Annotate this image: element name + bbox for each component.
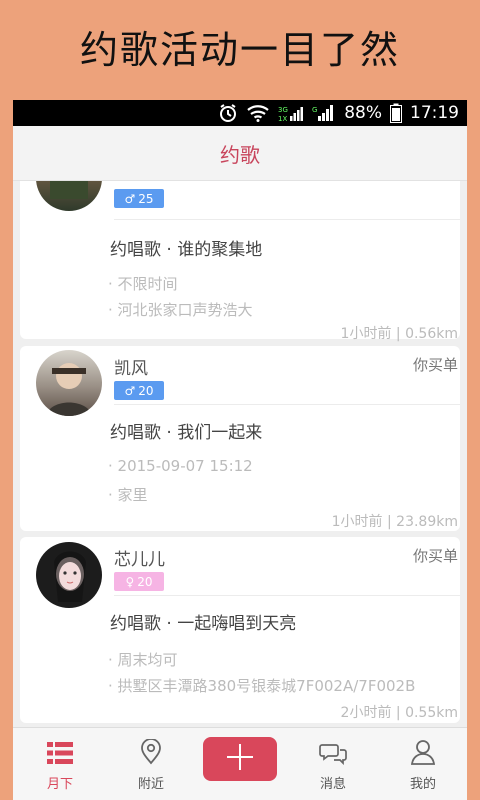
alarm-icon (218, 103, 238, 123)
activity-title: 约唱歌 · 我们一起来 (110, 423, 263, 443)
activity-card[interactable]: 凯风 你买单 ♂ 20 约唱歌 · 我们一起来 · 2015-09-07 15:… (20, 346, 460, 531)
svg-text:3G: 3G (278, 106, 288, 114)
location-pin-icon (140, 738, 162, 769)
person-icon (410, 739, 436, 769)
payment-tag: 你买单 (412, 356, 458, 374)
svg-text:G: G (312, 106, 317, 114)
activity-place: · 河北张家口声势浩大 (108, 301, 253, 319)
gender-age-badge: ♂ 20 (114, 381, 164, 400)
list-icon (46, 741, 74, 769)
activity-card[interactable]: 芯儿儿 你买单 ♀ 20 约唱歌 · 一起嗨唱到天亮 · 周末均可 · 拱墅区丰… (20, 537, 460, 723)
activity-footer: 1小时前 | 0.56km (340, 326, 458, 342)
tab-label: 附近 (137, 777, 164, 792)
signal-3g-icon: 3G 1X (278, 104, 304, 122)
activity-footer: 2小时前 | 0.55km (340, 705, 458, 721)
avatar[interactable] (36, 181, 102, 211)
tab-me[interactable]: 我的 (383, 728, 463, 800)
divider (114, 404, 460, 405)
svg-text:1X: 1X (278, 115, 287, 122)
activity-title: 约唱歌 · 一起嗨唱到天亮 (110, 614, 297, 634)
avatar[interactable] (36, 542, 102, 608)
user-name: 芯儿儿 (114, 550, 165, 570)
activity-time: · 周末均可 (108, 651, 178, 669)
signal-g-icon: G (312, 104, 336, 122)
age-label: 25 (138, 191, 154, 206)
activity-feed[interactable]: ♂ 25 约唱歌 · 谁的聚集地 · 不限时间 · 河北张家口声势浩大 1小时前… (13, 181, 467, 726)
divider (114, 219, 460, 220)
tab-yuexia[interactable]: 月下 (20, 728, 100, 800)
page-title: 约歌 (220, 142, 260, 167)
activity-footer: 1小时前 | 23.89km (331, 514, 458, 530)
user-name: 凯风 (114, 359, 148, 379)
activity-place: · 家里 (108, 486, 148, 504)
nav-bar: 约歌 (13, 126, 467, 181)
chat-bubbles-icon (319, 741, 347, 769)
tab-label: 我的 (409, 777, 436, 792)
tab-nearby[interactable]: 附近 (111, 728, 191, 800)
tab-label: 消息 (319, 777, 346, 792)
divider (114, 595, 460, 596)
promo-banner: 约歌活动一目了然 (0, 0, 480, 100)
bottom-tab-bar: 月下 附近 消息 我的 (13, 727, 467, 800)
male-icon: ♂ (124, 383, 136, 398)
activity-title: 约唱歌 · 谁的聚集地 (110, 240, 263, 260)
tab-messages[interactable]: 消息 (293, 728, 373, 800)
male-icon: ♂ (124, 191, 136, 206)
battery-icon (390, 103, 402, 123)
tab-label: 月下 (46, 777, 73, 792)
age-label: 20 (138, 383, 154, 398)
battery-percent: 88% (344, 103, 382, 123)
gender-age-badge: ♂ 25 (114, 189, 164, 208)
activity-time: · 不限时间 (108, 275, 178, 293)
gender-age-badge: ♀ 20 (114, 572, 164, 591)
activity-time: · 2015-09-07 15:12 (108, 457, 253, 475)
avatar[interactable] (36, 350, 102, 416)
add-activity-button[interactable] (203, 737, 277, 781)
banner-text: 约歌活动一目了然 (79, 27, 400, 72)
plus-icon (225, 742, 255, 776)
status-bar: 3G 1X G 88% 17:19 (13, 100, 467, 126)
activity-card[interactable]: ♂ 25 约唱歌 · 谁的聚集地 · 不限时间 · 河北张家口声势浩大 1小时前… (20, 181, 460, 342)
status-time: 17:19 (410, 103, 459, 123)
activity-place: · 拱墅区丰潭路380号银泰城7F002A/7F002B (108, 677, 416, 695)
age-label: 20 (137, 574, 153, 589)
female-icon: ♀ (125, 574, 135, 589)
wifi-icon (246, 104, 270, 122)
phone-screen: 3G 1X G 88% 17:19 约歌 ♂ 25 约唱歌 · 谁的聚集地 · 不… (13, 100, 467, 800)
payment-tag: 你买单 (412, 547, 458, 565)
